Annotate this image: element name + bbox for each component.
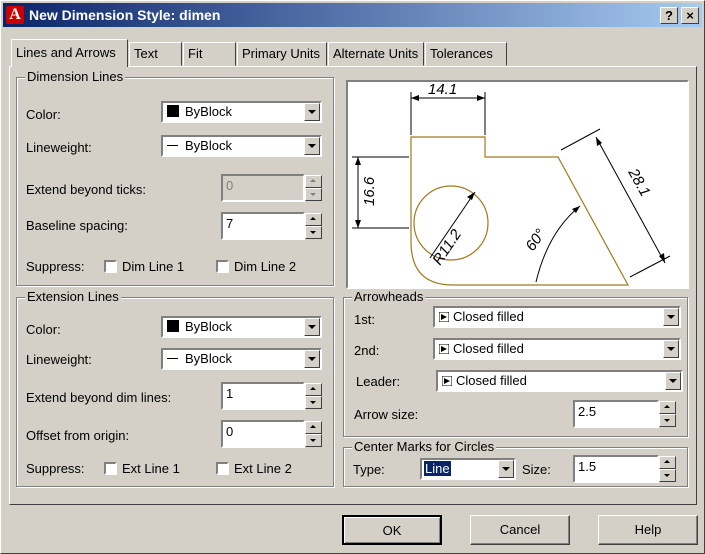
offset-origin-spinner[interactable]: 0 <box>221 420 323 448</box>
autocad-app-icon: A <box>6 6 24 24</box>
color-swatch-icon <box>167 105 179 117</box>
preview-drawing: 14.1 16.6 28.1 R11.2 60° <box>352 82 671 286</box>
dim-color-label: Color: <box>26 107 61 122</box>
dim-label-angle: 60° <box>522 226 549 254</box>
ext-suppress-label: Suppress: <box>26 461 85 476</box>
dim-lineweight-label: Lineweight: <box>26 140 92 155</box>
tab-tolerances[interactable]: Tolerances <box>425 42 507 66</box>
preview-dimensions <box>352 92 671 283</box>
closed-filled-arrow-icon <box>439 312 449 322</box>
chevron-down-icon[interactable] <box>498 460 514 478</box>
dim-line-1-label: Dim Line 1 <box>122 259 185 274</box>
ext-line-1-label: Ext Line 1 <box>122 461 180 476</box>
spin-down-icon[interactable] <box>305 434 322 447</box>
dim-line-1-checkbox[interactable] <box>104 260 117 273</box>
spin-down-icon[interactable] <box>305 188 322 201</box>
chevron-down-icon[interactable] <box>665 372 681 390</box>
spin-down-icon[interactable] <box>659 469 676 482</box>
chevron-down-icon[interactable] <box>304 137 320 155</box>
center-marks-label: Center Marks for Circles <box>352 439 497 455</box>
spin-up-icon[interactable] <box>659 456 676 469</box>
ext-extend-spinner[interactable]: 1 <box>221 382 323 410</box>
title-bar: A New Dimension Style: dimen ? × <box>3 3 702 27</box>
dim-extend-label: Extend beyond ticks: <box>26 182 146 197</box>
tab-primary-units[interactable]: Primary Units <box>237 42 327 66</box>
dialog-window: A New Dimension Style: dimen ? × Lines a… <box>0 0 705 554</box>
arrow-size-label: Arrow size: <box>354 407 419 422</box>
spin-down-icon[interactable] <box>305 226 322 239</box>
ext-line-1-checkbox[interactable] <box>104 462 117 475</box>
leader-arrow-select[interactable]: Closed filled <box>436 370 683 392</box>
spin-up-icon[interactable] <box>305 383 322 396</box>
spin-up-icon[interactable] <box>659 401 676 414</box>
first-arrow-label: 1st: <box>354 312 375 327</box>
spin-up-icon[interactable] <box>305 213 322 226</box>
center-type-label: Type: <box>353 462 385 477</box>
center-size-spinner[interactable]: 1.5 <box>573 455 677 483</box>
window-title: New Dimension Style: dimen <box>29 7 221 23</box>
dim-suppress-label: Suppress: <box>26 259 85 274</box>
second-arrow-select[interactable]: Closed filled <box>433 338 681 360</box>
second-arrow-label: 2nd: <box>354 343 380 358</box>
arrow-size-spinner[interactable]: 2.5 <box>573 400 677 428</box>
chevron-down-icon[interactable] <box>663 308 679 326</box>
lineweight-icon <box>167 145 178 146</box>
dim-line-2-checkbox[interactable] <box>216 260 229 273</box>
color-swatch-icon <box>167 320 179 332</box>
help-title-button[interactable]: ? <box>660 7 678 24</box>
leader-arrow-label: Leader: <box>356 374 401 389</box>
ext-line-2-label: Ext Line 2 <box>234 461 292 476</box>
chevron-down-icon[interactable] <box>304 318 320 336</box>
ext-line-2-checkbox[interactable] <box>216 462 229 475</box>
spin-down-icon[interactable] <box>305 396 322 409</box>
chevron-down-icon[interactable] <box>304 103 320 121</box>
spin-up-icon[interactable] <box>305 421 322 434</box>
lineweight-icon <box>167 358 178 359</box>
offset-origin-label: Offset from origin: <box>26 428 130 443</box>
dim-color-select[interactable]: ByBlock <box>161 101 322 123</box>
ext-lineweight-select[interactable]: ByBlock <box>161 348 322 370</box>
dim-label-top: 14.1 <box>428 82 457 98</box>
tab-fit[interactable]: Fit <box>183 42 236 66</box>
baseline-spacing-label: Baseline spacing: <box>26 218 128 233</box>
ext-color-label: Color: <box>26 322 61 337</box>
center-type-select[interactable]: Line <box>420 458 516 480</box>
spin-up-icon[interactable] <box>305 175 322 188</box>
ext-color-select[interactable]: ByBlock <box>161 316 322 338</box>
help-button[interactable]: Help <box>598 515 698 545</box>
baseline-spacing-spinner[interactable]: 7 <box>221 212 323 240</box>
tab-alternate-units[interactable]: Alternate Units <box>328 42 424 66</box>
chevron-down-icon[interactable] <box>304 350 320 368</box>
dim-label-left: 16.6 <box>361 176 378 206</box>
tab-text[interactable]: Text <box>129 42 182 66</box>
chevron-down-icon[interactable] <box>663 340 679 358</box>
dim-lineweight-select[interactable]: ByBlock <box>161 135 322 157</box>
dim-label-radius: R11.2 <box>429 226 465 268</box>
arrowheads-label: Arrowheads <box>352 289 426 305</box>
spin-down-icon[interactable] <box>659 414 676 427</box>
dimension-preview: 14.1 16.6 28.1 R11.2 60° <box>346 80 689 289</box>
ok-button[interactable]: OK <box>342 515 442 545</box>
center-size-label: Size: <box>522 462 551 477</box>
dim-line-2-label: Dim Line 2 <box>234 259 297 274</box>
dim-extend-spinner[interactable]: 0 <box>221 174 323 202</box>
ext-extend-label: Extend beyond dim lines: <box>26 390 172 405</box>
cancel-button[interactable]: Cancel <box>470 515 570 545</box>
close-button[interactable]: × <box>681 7 699 24</box>
tab-lines-and-arrows[interactable]: Lines and Arrows <box>11 39 128 67</box>
ext-lineweight-label: Lineweight: <box>26 352 92 367</box>
first-arrow-select[interactable]: Closed filled <box>433 306 681 328</box>
dimension-lines-label: Dimension Lines <box>25 69 126 85</box>
extension-lines-label: Extension Lines <box>25 289 121 305</box>
dim-label-right: 28.1 <box>624 165 654 200</box>
closed-filled-arrow-icon <box>439 344 449 354</box>
closed-filled-arrow-icon <box>442 376 452 386</box>
